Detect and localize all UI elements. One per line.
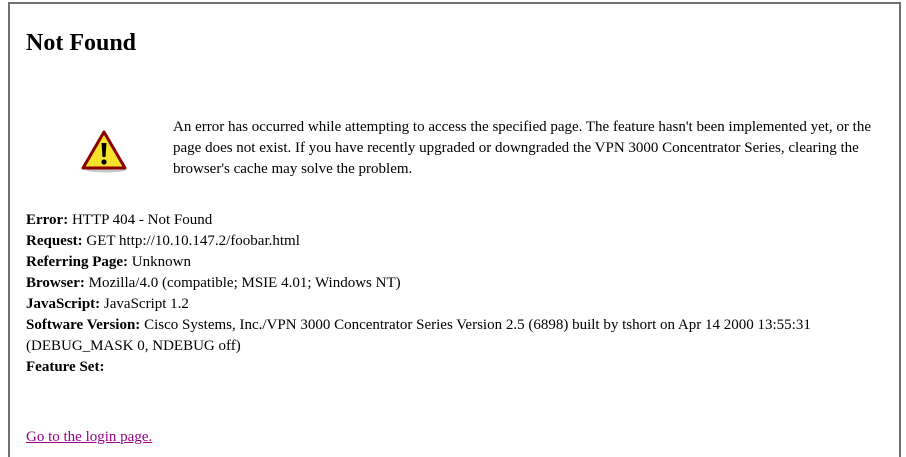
detail-referring-page: Referring Page: Unknown — [26, 252, 892, 273]
detail-error: Error: HTTP 404 - Not Found — [26, 210, 892, 231]
detail-request-label: Request: — [26, 233, 83, 249]
detail-software-version-value: Cisco Systems, Inc./VPN 3000 Concentrato… — [26, 317, 811, 354]
detail-feature-set-label: Feature Set: — [26, 359, 105, 375]
error-message: An error has occurred while attempting t… — [173, 119, 871, 177]
warning-icon — [80, 129, 128, 173]
login-page-link[interactable]: Go to the login page. — [26, 427, 152, 448]
detail-request: Request: GET http://10.10.147.2/foobar.h… — [26, 231, 892, 252]
detail-browser-label: Browser: — [26, 275, 85, 291]
page-title: Not Found — [26, 30, 137, 56]
detail-referring-page-label: Referring Page: — [26, 254, 129, 270]
detail-software-version: Software Version: Cisco Systems, Inc./VP… — [26, 315, 892, 357]
detail-request-value: GET http://10.10.147.2/foobar.html — [86, 233, 300, 249]
page-frame: Not Found An error has occurred while at… — [8, 2, 901, 457]
detail-software-version-label: Software Version: — [26, 317, 141, 333]
detail-error-label: Error: — [26, 212, 69, 228]
detail-feature-set: Feature Set: — [26, 357, 892, 378]
detail-referring-page-value: Unknown — [131, 254, 191, 270]
detail-browser: Browser: Mozilla/4.0 (compatible; MSIE 4… — [26, 273, 892, 294]
detail-javascript-value: JavaScript 1.2 — [103, 296, 189, 312]
error-details: Error: HTTP 404 - Not Found Request: GET… — [26, 210, 892, 378]
detail-javascript: JavaScript: JavaScript 1.2 — [26, 294, 892, 315]
detail-error-value: HTTP 404 - Not Found — [71, 212, 213, 228]
detail-browser-value: Mozilla/4.0 (compatible; MSIE 4.01; Wind… — [88, 275, 401, 291]
detail-javascript-label: JavaScript: — [26, 296, 101, 312]
